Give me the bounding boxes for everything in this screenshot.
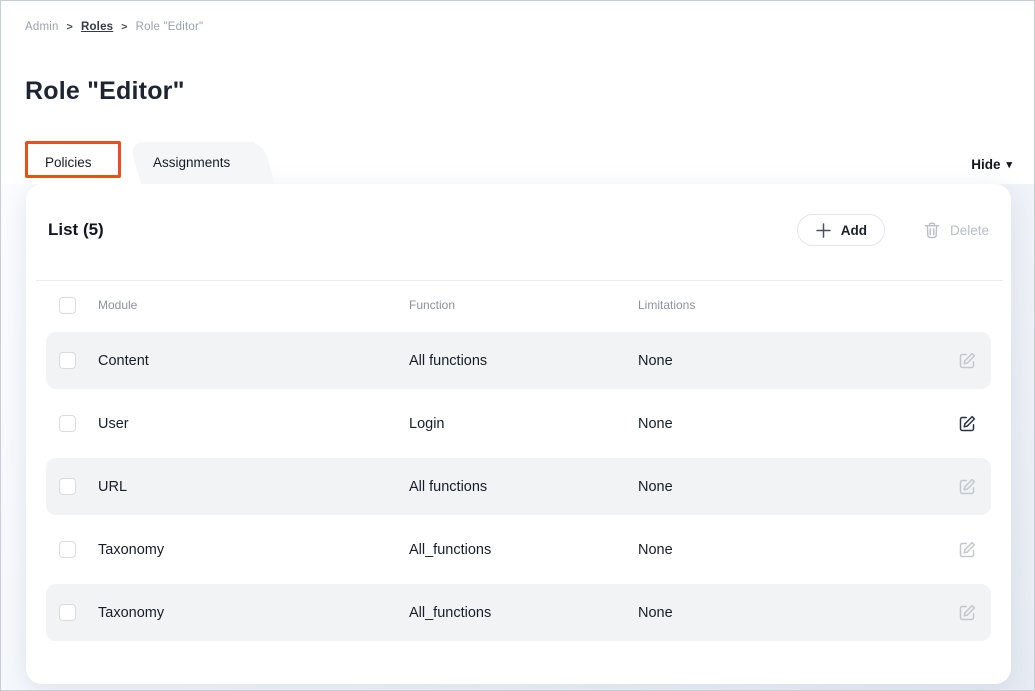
cell-limitations: None [638, 542, 943, 558]
edit-icon[interactable] [943, 540, 991, 559]
table-row: Taxonomy All_functions None [46, 521, 991, 578]
cell-function: All_functions [409, 605, 638, 621]
edit-icon[interactable] [943, 477, 991, 496]
breadcrumb-separator: > [121, 21, 127, 33]
breadcrumb: Admin > Roles > Role "Editor" [25, 21, 203, 33]
tab-assignments[interactable]: Assignments [133, 142, 255, 184]
cell-function: All_functions [409, 542, 638, 558]
tab-bar: Policies Assignments Hide ▾ [25, 142, 1012, 184]
row-checkbox[interactable] [59, 352, 76, 369]
tab-assignments-label: Assignments [133, 155, 230, 170]
cell-module: User [98, 416, 409, 432]
row-checkbox[interactable] [59, 478, 76, 495]
tab-policies-label: Policies [25, 155, 92, 170]
edit-icon[interactable] [943, 351, 991, 370]
breadcrumb-roles-link[interactable]: Roles [81, 21, 113, 33]
cell-module: Taxonomy [98, 542, 409, 558]
edit-icon[interactable] [943, 603, 991, 622]
cell-module: URL [98, 479, 409, 495]
panel-header: List (5) Add [26, 184, 1011, 246]
policy-list: Content All functions None User Login No… [46, 332, 991, 641]
table-header-row: Module Function Limitations [46, 281, 991, 329]
row-checkbox[interactable] [59, 415, 76, 432]
row-checkbox[interactable] [59, 604, 76, 621]
row-checkbox[interactable] [59, 541, 76, 558]
plus-icon [815, 222, 832, 239]
page-title: Role "Editor" [25, 77, 185, 106]
cell-limitations: None [638, 479, 943, 495]
list-heading: List (5) [48, 220, 104, 240]
panel-actions: Add Delete [797, 214, 989, 246]
breadcrumb-separator: > [67, 21, 73, 33]
add-button[interactable]: Add [797, 214, 885, 246]
tab-policies[interactable]: Policies [25, 142, 121, 184]
delete-button[interactable]: Delete [923, 221, 989, 239]
breadcrumb-current: Role "Editor" [136, 21, 204, 33]
table-row: Content All functions None [46, 332, 991, 389]
cell-limitations: None [638, 416, 943, 432]
column-header-limitations: Limitations [638, 298, 943, 312]
table-row: User Login None [46, 395, 991, 452]
policies-panel: List (5) Add [26, 184, 1011, 684]
select-all-checkbox[interactable] [59, 297, 76, 314]
cell-module: Taxonomy [98, 605, 409, 621]
edit-icon[interactable] [943, 414, 991, 433]
column-header-module: Module [98, 298, 409, 312]
app-window: Admin > Roles > Role "Editor" Role "Edit… [0, 0, 1035, 691]
table-row: Taxonomy All_functions None [46, 584, 991, 641]
hide-toggle[interactable]: Hide ▾ [971, 157, 1012, 172]
trash-icon [923, 221, 941, 239]
caret-down-icon: ▾ [1006, 158, 1012, 171]
cell-limitations: None [638, 605, 943, 621]
cell-limitations: None [638, 353, 943, 369]
cell-function: Login [409, 416, 638, 432]
cell-function: All functions [409, 479, 638, 495]
breadcrumb-admin[interactable]: Admin [25, 21, 59, 33]
hide-label: Hide [971, 157, 1000, 172]
table-row: URL All functions None [46, 458, 991, 515]
add-button-label: Add [841, 223, 867, 238]
delete-button-label: Delete [950, 223, 989, 238]
column-header-function: Function [409, 298, 638, 312]
cell-module: Content [98, 353, 409, 369]
cell-function: All functions [409, 353, 638, 369]
